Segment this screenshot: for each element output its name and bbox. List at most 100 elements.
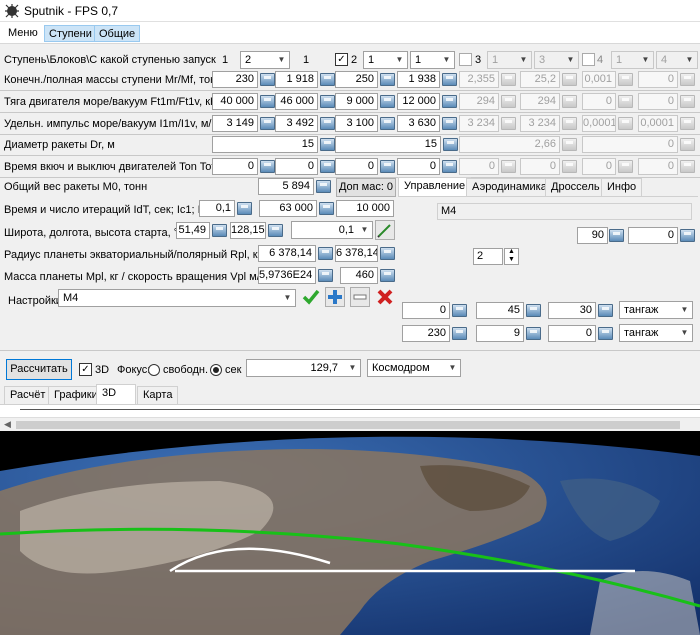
rotation-speed-field[interactable]: 460 <box>340 267 378 284</box>
control-b-field[interactable]: 0 <box>628 227 678 244</box>
calculator-icon[interactable] <box>380 117 395 130</box>
time-field-8[interactable]: 0 <box>638 158 678 175</box>
calculator-icon[interactable] <box>320 138 335 151</box>
place-select[interactable]: Космодром ▼ <box>367 359 461 377</box>
equatorial-radius-field[interactable]: 6 378,14 <box>258 245 316 262</box>
stage-4-with-select[interactable]: 4 ▼ <box>656 51 698 69</box>
calculator-icon[interactable] <box>680 229 695 242</box>
tab-info[interactable]: Инфо <box>601 178 643 196</box>
stage-4-blocks-select[interactable]: 1 ▼ <box>611 51 654 69</box>
calculator-icon[interactable] <box>501 95 516 108</box>
mass-field-6[interactable]: 25,2 <box>520 71 560 88</box>
calculator-icon[interactable] <box>526 304 541 317</box>
tab-aero[interactable]: Аэродинамика <box>466 178 553 196</box>
extra-mass-button[interactable]: Доп мас: 0 <box>336 178 396 197</box>
r2-field-2[interactable]: 9 <box>476 325 524 342</box>
calculator-icon[interactable] <box>260 73 275 86</box>
calculator-icon[interactable] <box>442 160 457 173</box>
ic1-field[interactable]: 63 000 <box>259 200 317 217</box>
thrust-field-6[interactable]: 294 <box>520 93 560 110</box>
calculator-icon[interactable] <box>618 160 633 173</box>
calculator-icon[interactable] <box>452 327 467 340</box>
stage-2-blocks-select[interactable]: 1 ▼ <box>363 51 408 69</box>
calculator-icon[interactable] <box>501 73 516 86</box>
calculator-icon[interactable] <box>680 95 695 108</box>
stage-1-blocks-select[interactable]: 2 ▼ <box>240 51 290 69</box>
calculator-icon[interactable] <box>268 224 283 237</box>
thrust-field-1[interactable]: 40 000 <box>212 93 258 110</box>
calculator-icon[interactable] <box>680 73 695 86</box>
calculator-icon[interactable] <box>618 73 633 86</box>
calculator-icon[interactable] <box>212 224 227 237</box>
calculator-icon[interactable] <box>526 327 541 340</box>
calculator-icon[interactable] <box>680 117 695 130</box>
calculator-icon[interactable] <box>320 73 335 86</box>
isp-field-8[interactable]: 0,0001 <box>638 115 678 132</box>
calculator-icon[interactable] <box>380 160 395 173</box>
menu-item-general[interactable]: Общие <box>94 25 141 42</box>
time-field-1[interactable]: 0 <box>212 158 258 175</box>
calculator-icon[interactable] <box>319 202 334 215</box>
calculator-icon[interactable] <box>680 160 695 173</box>
calculator-icon[interactable] <box>562 73 577 86</box>
diam-field-4[interactable]: 0 <box>582 136 678 153</box>
calculator-icon[interactable] <box>680 138 695 151</box>
splitter[interactable] <box>0 350 700 351</box>
calculator-icon[interactable] <box>380 247 395 260</box>
tab-calculation[interactable]: Расчёт <box>4 386 52 404</box>
calculator-icon[interactable] <box>562 138 577 151</box>
spin-up-icon[interactable]: ▲ <box>508 248 515 255</box>
isp-field-2[interactable]: 3 492 <box>275 115 318 132</box>
stage-2-with-select[interactable]: 1 ▼ <box>410 51 455 69</box>
tab-3d[interactable]: 3D <box>96 384 136 404</box>
calculator-icon[interactable] <box>316 180 331 193</box>
horizontal-scrollbar[interactable]: ◀ <box>0 417 700 431</box>
isp-field-4[interactable]: 3 630 <box>397 115 440 132</box>
isp-field-3[interactable]: 3 100 <box>335 115 378 132</box>
thrust-field-7[interactable]: 0 <box>582 93 616 110</box>
3d-globe-view[interactable] <box>0 431 700 635</box>
calculator-icon[interactable] <box>260 95 275 108</box>
r1-mode-select[interactable]: тангаж ▼ <box>619 301 693 319</box>
stage-3-with-select[interactable]: 3 ▼ <box>534 51 579 69</box>
calculator-icon[interactable] <box>260 160 275 173</box>
calculator-icon[interactable] <box>562 117 577 130</box>
delete-icon[interactable] <box>375 287 395 307</box>
calculator-icon[interactable] <box>609 229 624 242</box>
total-mass-field[interactable]: 5 894 <box>258 178 314 195</box>
calculator-icon[interactable] <box>501 160 516 173</box>
focus-sec-radio[interactable] <box>210 364 222 376</box>
diam-field-3[interactable]: 2,66 <box>459 136 560 153</box>
time-field-4[interactable]: 0 <box>397 158 440 175</box>
time-field-2[interactable]: 0 <box>275 158 318 175</box>
altitude-select[interactable]: 0,1 ▼ <box>291 221 373 239</box>
time-field-7[interactable]: 0 <box>582 158 616 175</box>
r2-field-3[interactable]: 0 <box>548 325 596 342</box>
scroll-left-icon[interactable]: ◀ <box>4 419 11 430</box>
stage-3-checkbox[interactable] <box>459 53 472 66</box>
calculator-icon[interactable] <box>562 95 577 108</box>
3d-checkbox[interactable]: ✓ <box>79 363 92 376</box>
mass-field-4[interactable]: 1 938 <box>397 71 440 88</box>
calculator-icon[interactable] <box>452 304 467 317</box>
isp-field-6[interactable]: 3 234 <box>520 115 560 132</box>
thrust-field-5[interactable]: 294 <box>459 93 499 110</box>
r1-field-3[interactable]: 30 <box>548 302 596 319</box>
scrollbar-thumb[interactable] <box>16 421 680 429</box>
stage-4-checkbox[interactable] <box>582 53 595 66</box>
dt-field[interactable]: 0,1 <box>199 200 235 217</box>
calculator-icon[interactable] <box>318 247 333 260</box>
calculator-icon[interactable] <box>598 327 613 340</box>
stage-2-checkbox[interactable]: ✓ <box>335 53 348 66</box>
calculator-icon[interactable] <box>320 95 335 108</box>
calculator-icon[interactable] <box>443 138 458 151</box>
stage-3-blocks-select[interactable]: 1 ▼ <box>487 51 532 69</box>
latitude-field[interactable]: 51,49 <box>176 222 210 239</box>
calculator-icon[interactable] <box>618 95 633 108</box>
tab-throttle[interactable]: Дроссель <box>545 178 606 196</box>
settings-select[interactable]: M4 ▼ <box>58 289 296 307</box>
planet-mass-field[interactable]: 5,9736E24 <box>258 267 316 284</box>
mass-field-1[interactable]: 230 <box>212 71 258 88</box>
calculator-icon[interactable] <box>598 304 613 317</box>
thrust-field-2[interactable]: 46 000 <box>275 93 318 110</box>
